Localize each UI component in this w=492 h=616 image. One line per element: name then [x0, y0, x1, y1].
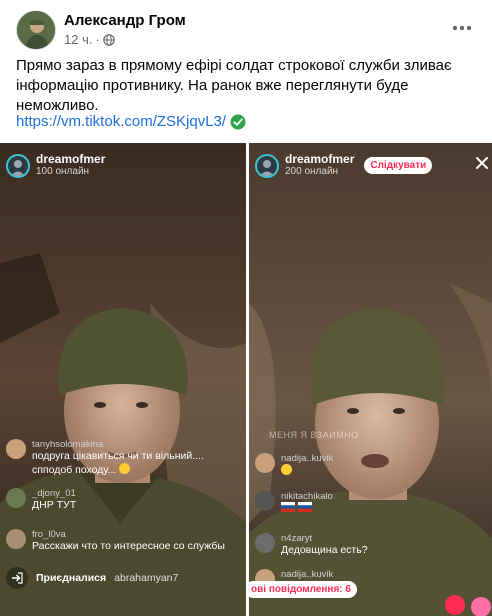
- meta-separator: ·: [95, 32, 100, 47]
- commenter-avatar: [255, 453, 275, 473]
- comment-text: Дедовщина есть?: [281, 544, 368, 556]
- comment-item: nadija..kuvik: [255, 453, 492, 478]
- streamer-username[interactable]: dreamofmer: [36, 153, 105, 166]
- commenter-avatar: [6, 439, 26, 459]
- laughing-emoji-icon: [281, 464, 292, 475]
- commenter-name: nadija..kuvik: [281, 453, 334, 464]
- comment-text: [281, 464, 333, 478]
- post-time[interactable]: 12 ч.: [64, 32, 92, 47]
- comment-text: подруга цікавиться чи ти вільний.... спп…: [32, 450, 204, 476]
- joined-label: Приєдналися: [36, 572, 107, 584]
- globe-icon: [103, 33, 115, 46]
- tiktok-link[interactable]: https://vm.tiktok.com/ZSKjqvL3/: [16, 112, 226, 132]
- commenter-avatar: [6, 529, 26, 549]
- stream-screenshot-left[interactable]: dreamofmer 100 онлайн tanyhsolomakina по…: [0, 143, 246, 616]
- comment-item: fro_l0va Расскажи что то интересное со с…: [6, 529, 244, 553]
- comment-item: nikitachikalo: [255, 491, 492, 515]
- commenter-name: tanyhsolomakina: [32, 439, 104, 450]
- streamer-avatar[interactable]: [255, 153, 279, 178]
- join-icon: [6, 567, 28, 589]
- stream-header: dreamofmer 200 онлайн Слідкувати: [255, 153, 433, 178]
- joined-username: abrahamyan7: [114, 572, 179, 584]
- comment-item: tanyhsolomakina подруга цікавиться чи ти…: [6, 439, 244, 477]
- russia-flag-icon: [297, 502, 312, 512]
- heart-reaction-icon: [445, 595, 465, 615]
- viewer-count: 200 онлайн: [285, 166, 339, 177]
- smile-emoji-icon: [119, 463, 131, 474]
- comment-item: n4zaryt Дедовщина есть?: [255, 533, 492, 557]
- commenter-name: _djony_01: [32, 488, 76, 499]
- russia-flag-icon: [281, 502, 295, 512]
- more-options-button[interactable]: [448, 14, 476, 42]
- new-messages-button[interactable]: ові повідомлення: 6: [249, 581, 357, 598]
- close-icon[interactable]: [474, 155, 490, 171]
- commenter-name: nikitachikalo: [281, 491, 333, 502]
- commenter-avatar: [255, 533, 275, 553]
- joined-notice: Приєдналися abrahamyan7: [6, 567, 178, 589]
- commenter-avatar: [255, 491, 275, 511]
- comment-item: _djony_01 ДНР ТУТ: [6, 488, 244, 512]
- stream-screenshot-right[interactable]: dreamofmer 200 онлайн Слідкувати МЕНЯ Я …: [249, 143, 492, 616]
- author-name[interactable]: Александр Гром: [64, 12, 186, 29]
- comment-text: Расскажи что то интересное со службы: [32, 540, 225, 552]
- author-avatar[interactable]: [16, 10, 56, 50]
- stream-header: dreamofmer 100 онлайн: [6, 153, 105, 178]
- commenter-name: fro_l0va: [32, 529, 66, 540]
- comment-text: [281, 502, 333, 515]
- follow-button[interactable]: Слідкувати: [364, 157, 433, 174]
- streamer-avatar[interactable]: [6, 153, 30, 178]
- video-caption-overlay: МЕНЯ Я ВЗАИМНО: [269, 430, 359, 440]
- post-text: Прямо зараз в прямому ефірі солдат строк…: [16, 57, 452, 114]
- commenter-name: n4zaryt: [281, 533, 313, 544]
- post-meta: 12 ч. ·: [64, 32, 115, 47]
- commenter-avatar: [6, 488, 26, 508]
- streamer-username[interactable]: dreamofmer: [285, 153, 354, 166]
- more-horizontal-icon: [452, 25, 472, 31]
- viewer-count: 100 онлайн: [36, 166, 90, 177]
- commenter-name: nadija..kuvik: [281, 569, 334, 580]
- verified-check-icon: [230, 114, 246, 130]
- heart-reaction-icon: [471, 597, 491, 616]
- comment-text: ДНР ТУТ: [32, 499, 77, 511]
- post-link-row: https://vm.tiktok.com/ZSKjqvL3/: [16, 112, 246, 132]
- post-header: Александр Гром 12 ч. ·: [16, 10, 476, 50]
